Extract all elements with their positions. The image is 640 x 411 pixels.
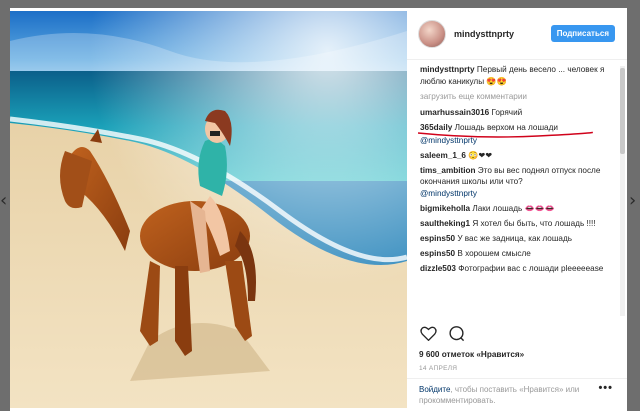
comment: umarhussain3016 Горячий	[420, 107, 615, 119]
login-prompt: Войдите, чтобы поставить «Нравится» или …	[407, 378, 627, 411]
comment-user[interactable]: espins50	[420, 234, 455, 243]
comment-text: Я хотел бы быть, что лошадь !!!!	[472, 218, 596, 228]
heart-icon[interactable]	[419, 324, 437, 342]
follow-button[interactable]: Подписаться	[550, 25, 615, 42]
comment: dizzle503 Фотографии вас с лошади pleeee…	[420, 263, 615, 275]
comments-scrollbar-thumb[interactable]	[620, 68, 625, 154]
comment-user[interactable]: mindysttnprty	[420, 65, 475, 74]
more-options-icon[interactable]: •••	[598, 382, 613, 394]
comment-user[interactable]: saleem_1_6	[420, 151, 466, 160]
comment-text: Фотографии вас с лошади pleeeeease	[458, 263, 604, 273]
comment-user[interactable]: dizzle503	[420, 264, 456, 273]
comment-user[interactable]: saultheking1	[420, 219, 470, 228]
comment-user[interactable]: espins50	[420, 249, 455, 258]
comment: saultheking1 Я хотел бы быть, что лошадь…	[420, 218, 615, 230]
comment-user[interactable]: tims_ambition	[420, 166, 476, 175]
chevron-left-icon[interactable]: ‹	[0, 190, 7, 211]
comment-user[interactable]: bigmikeholla	[420, 204, 470, 213]
comment: bigmikeholla Лаки лошадь 👄👄👄	[420, 203, 615, 215]
comment-text: У вас же задница, как лошадь	[457, 233, 573, 243]
comment-icon[interactable]	[447, 324, 465, 342]
comment-text: Лаки лошадь 👄👄👄	[472, 203, 556, 213]
comment: 365daily Лошадь верхом на лошади	[418, 122, 615, 138]
likes-count[interactable]: 9 600 отметок «Нравится»	[419, 350, 524, 359]
comment-text: Горячий	[491, 108, 523, 117]
comments-list: mindysttnprty Первый день весело ... чел…	[407, 64, 615, 278]
login-link[interactable]: Войдите	[419, 385, 450, 394]
post-modal: mindysttnprty Подписаться mindysttnprty …	[10, 8, 627, 411]
post-sidebar: mindysttnprty Подписаться mindysttnprty …	[407, 8, 627, 411]
avatar[interactable]	[418, 19, 446, 48]
post-header: mindysttnprty Подписаться	[407, 8, 627, 60]
load-more-comments[interactable]: загрузить еще комментарии	[420, 91, 615, 103]
comment-text: В хорошем смысле	[457, 248, 531, 258]
comment: saleem_1_6 😳❤❤	[420, 150, 615, 162]
beach-horse-photo	[10, 11, 407, 408]
comment: espins50 У вас же задница, как лошадь	[420, 233, 615, 245]
author-username[interactable]: mindysttnprty	[454, 29, 551, 39]
post-photo	[10, 11, 407, 408]
comment-user[interactable]: umarhussain3016	[420, 108, 489, 117]
red-underline-annotation	[418, 131, 593, 138]
mention-link[interactable]: @mindysttnprty	[420, 188, 615, 200]
post-actions	[419, 324, 465, 342]
caption: mindysttnprty Первый день весело ... чел…	[420, 64, 615, 87]
comment: tims_ambition Это вы вес поднял отпуск п…	[420, 165, 615, 200]
post-date: 14 АПРЕЛЯ	[419, 365, 458, 372]
comment: espins50 В хорошем смысле	[420, 248, 615, 260]
comment-text: 😳❤❤	[468, 150, 493, 160]
chevron-right-icon[interactable]: ›	[629, 190, 636, 211]
